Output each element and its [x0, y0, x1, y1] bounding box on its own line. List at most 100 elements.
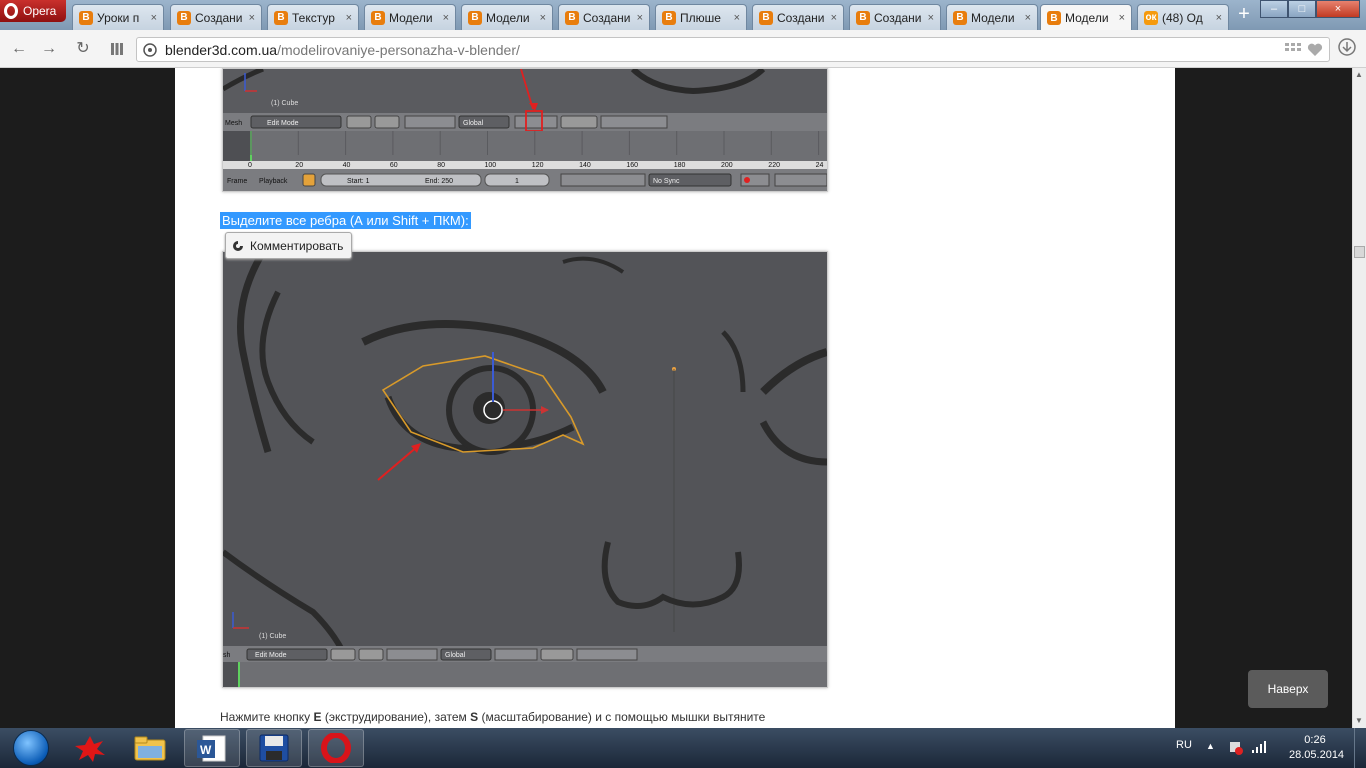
- maximize-button[interactable]: □: [1288, 0, 1316, 18]
- timeline-tick-label: 80: [437, 162, 445, 169]
- tab-close-icon[interactable]: ×: [734, 12, 740, 24]
- url-path: /modelirovaniye-personazha-v-blender/: [277, 41, 520, 58]
- tab-close-icon[interactable]: ×: [540, 12, 546, 24]
- blender-favicon-icon: B: [856, 10, 870, 25]
- current-frame-field: 1: [515, 178, 519, 185]
- tab-4[interactable]: B Модели ×: [364, 4, 456, 30]
- tab-label: Модели: [486, 10, 530, 25]
- tab-11[interactable]: B Модели ×: [1040, 4, 1132, 31]
- tab-label: Создани: [777, 10, 825, 25]
- url-domain: blender3d.com.ua: [165, 41, 278, 58]
- tab-12[interactable]: ок (48) Од ×: [1137, 4, 1229, 30]
- new-tab-button[interactable]: +: [1234, 4, 1254, 25]
- tab-close-icon[interactable]: ×: [1216, 12, 1222, 24]
- timeline-tick-label: 160: [626, 162, 638, 169]
- tab-9[interactable]: B Создани ×: [849, 4, 941, 30]
- comment-button-label: Комментировать: [250, 238, 344, 253]
- tab-label: (48) Од: [1162, 10, 1203, 25]
- minimize-button[interactable]: –: [1260, 0, 1288, 18]
- close-window-button[interactable]: ×: [1316, 0, 1360, 18]
- tab-2[interactable]: B Создани ×: [170, 4, 262, 30]
- network-warning-icon[interactable]: [1228, 740, 1244, 756]
- playback-menu-label: Playback: [259, 178, 288, 185]
- timeline-tick-label: 120: [532, 162, 544, 169]
- timeline-tick-label: 24: [816, 162, 824, 169]
- tab-close-icon[interactable]: ×: [346, 12, 352, 24]
- scroll-up-icon[interactable]: ▲: [1355, 70, 1364, 79]
- tab-close-icon[interactable]: ×: [151, 12, 157, 24]
- show-desktop-button[interactable]: [1354, 728, 1366, 768]
- tab-6[interactable]: B Создани ×: [558, 4, 650, 30]
- instruction-paragraph: Нажмите кнопку E (экструдирование), зате…: [220, 710, 820, 724]
- selected-instruction-text: Выделите все ребра (А или Shift + ПКМ):: [220, 212, 471, 229]
- timeline-tick-label: 0: [248, 162, 252, 169]
- orientation-select-2: Global: [445, 652, 466, 659]
- heart-icon[interactable]: [1307, 43, 1323, 57]
- back-button[interactable]: ←: [8, 38, 30, 60]
- browser-toolbar: ← → ↻ blender3d.com.ua/modelirovaniye-pe…: [0, 30, 1366, 68]
- para-text-2: (экструдирование), затем: [321, 710, 471, 724]
- start-field: Start: 1: [347, 178, 370, 185]
- tab-5[interactable]: B Модели ×: [461, 4, 553, 30]
- language-indicator[interactable]: RU: [1176, 739, 1192, 751]
- opera-menu-button[interactable]: Opera: [0, 0, 66, 22]
- scroll-down-icon[interactable]: ▼: [1355, 716, 1364, 725]
- clock[interactable]: 0:26 28.05.2014: [1289, 733, 1345, 763]
- blender-favicon-icon: B: [274, 10, 288, 25]
- page-scrollbar[interactable]: ▲ ▼: [1352, 68, 1366, 728]
- tab-7[interactable]: B Плюше ×: [655, 4, 747, 30]
- taskbar-app-word[interactable]: W: [184, 729, 240, 767]
- tab-1[interactable]: B Уроки п ×: [72, 4, 164, 30]
- tab-10[interactable]: B Модели ×: [946, 4, 1038, 30]
- folder-icon: [134, 736, 166, 761]
- speed-dial-button[interactable]: [106, 38, 128, 60]
- tab-close-icon[interactable]: ×: [637, 12, 643, 24]
- tray-expand-icon[interactable]: ▲: [1206, 741, 1215, 751]
- tab-close-icon[interactable]: ×: [1119, 12, 1125, 24]
- reload-button[interactable]: ↻: [72, 38, 94, 60]
- mode-select-1: Edit Mode: [267, 120, 299, 127]
- tab-close-icon[interactable]: ×: [1025, 12, 1031, 24]
- taskbar-app-opera[interactable]: [308, 729, 364, 767]
- taskbar-app-save[interactable]: [246, 729, 302, 767]
- windows-logo-icon: [13, 730, 49, 766]
- tab-label: Создани: [583, 10, 631, 25]
- blender-favicon-icon: B: [177, 10, 191, 25]
- arrow-right-icon: →: [41, 40, 57, 57]
- tab-label: Создани: [874, 10, 922, 25]
- sync-select: No Sync: [653, 178, 680, 185]
- tab-close-icon[interactable]: ×: [249, 12, 255, 24]
- timeline-tick-label: 140: [579, 162, 591, 169]
- address-bar[interactable]: blender3d.com.ua/modelirovaniye-personaz…: [136, 37, 1330, 62]
- forward-button[interactable]: →: [38, 38, 60, 60]
- word-icon: W: [197, 735, 226, 762]
- timeline-tick-label: 60: [390, 162, 398, 169]
- comment-icon: [233, 241, 243, 251]
- reload-icon: ↻: [76, 40, 90, 57]
- tab-8[interactable]: B Создани ×: [752, 4, 844, 30]
- clock-date: 28.05.2014: [1289, 749, 1345, 761]
- taskbar-app-splash[interactable]: [62, 729, 118, 767]
- tab-3[interactable]: B Текстур ×: [267, 4, 359, 30]
- start-button[interactable]: [2, 728, 60, 768]
- clock-time: 0:26: [1304, 734, 1326, 746]
- site-info-icon: [143, 42, 157, 57]
- taskbar-app-explorer[interactable]: [122, 729, 178, 767]
- back-to-top-button[interactable]: Наверх: [1248, 670, 1328, 708]
- tab-label: Текстур: [292, 10, 335, 25]
- tab-close-icon[interactable]: ×: [928, 12, 934, 24]
- article-content: (1) Cube Mesh Edit Mode Global 020 40 60…: [175, 68, 1175, 728]
- comment-button[interactable]: Комментировать: [225, 232, 353, 259]
- tab-close-icon[interactable]: ×: [443, 12, 449, 24]
- scroll-thumb[interactable]: [1354, 246, 1365, 258]
- blender-screenshot-timeline[interactable]: (1) Cube Mesh Edit Mode Global 020 40 60…: [221, 68, 828, 192]
- tiles-icon[interactable]: [1285, 42, 1301, 55]
- blender-favicon-icon: B: [371, 10, 385, 25]
- svg-text:sh: sh: [223, 652, 231, 659]
- mode-select-2: Edit Mode: [255, 652, 287, 659]
- tab-label: Модели: [1065, 11, 1109, 25]
- downloads-button[interactable]: [1336, 38, 1358, 60]
- blender-screenshot-eye[interactable]: (1) Cube sh Edit Mode Global: [221, 250, 829, 688]
- tab-close-icon[interactable]: ×: [831, 12, 837, 24]
- signal-bars-icon[interactable]: [1252, 740, 1268, 754]
